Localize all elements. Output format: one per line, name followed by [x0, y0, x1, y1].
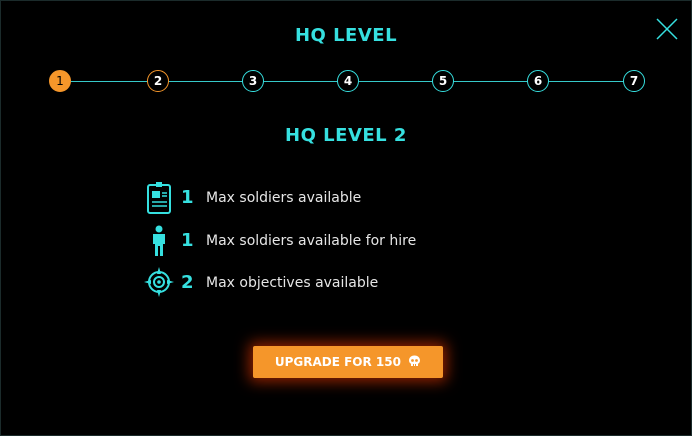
stat-label: Max objectives available — [206, 275, 379, 291]
level-step-7[interactable]: 7 — [623, 70, 645, 92]
hq-level-dialog: HQ LEVEL 1 2 3 4 5 6 7 HQ LEVEL 2 1 Max … — [0, 0, 692, 436]
level-step-4[interactable]: 4 — [337, 70, 359, 92]
skull-icon — [409, 355, 421, 366]
level-step-6[interactable]: 6 — [527, 70, 549, 92]
id-badge-icon — [147, 182, 171, 214]
stat-row-objectives: 2 Max objectives available — [143, 266, 543, 300]
stat-row-soldiers: 1 Max soldiers available — [143, 181, 543, 215]
level-step-5[interactable]: 5 — [432, 70, 454, 92]
upgrade-label: UPGRADE FOR 150 — [274, 355, 401, 369]
level-step-2[interactable]: 2 — [147, 70, 169, 92]
upgrade-button[interactable]: UPGRADE FOR 150 — [253, 346, 443, 378]
stat-value: 1 — [181, 230, 194, 251]
crosshair-compass-icon — [144, 267, 174, 297]
stat-value: 2 — [181, 272, 194, 293]
level-step-3[interactable]: 3 — [242, 70, 264, 92]
stat-value: 1 — [181, 187, 194, 208]
stat-row-hire: 1 Max soldiers available for hire — [143, 224, 543, 258]
level-subtitle: HQ LEVEL 2 — [285, 125, 407, 146]
soldier-icon — [153, 225, 165, 256]
level-step-1[interactable]: 1 — [49, 70, 71, 92]
stat-label: Max soldiers available for hire — [206, 233, 417, 249]
stat-label: Max soldiers available — [206, 190, 362, 206]
dialog-title: HQ LEVEL — [294, 25, 398, 46]
close-icon[interactable] — [655, 17, 679, 41]
